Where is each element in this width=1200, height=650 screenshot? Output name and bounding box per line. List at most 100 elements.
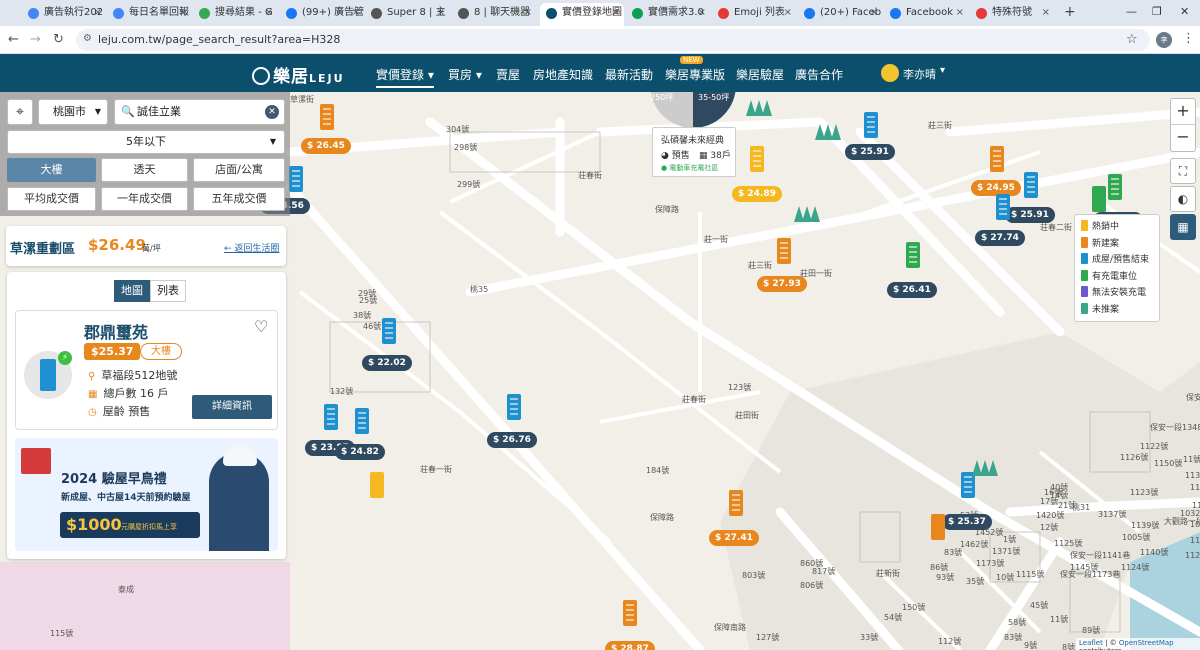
- unlaunched-marker-icon[interactable]: [794, 204, 820, 222]
- user-avatar[interactable]: [881, 64, 899, 82]
- legend-item[interactable]: 未推案: [1081, 302, 1153, 319]
- tab-close-icon[interactable]: ×: [352, 3, 360, 23]
- tab-close-icon[interactable]: ×: [94, 3, 102, 23]
- price-button-average[interactable]: 平均成交價: [7, 187, 96, 211]
- browser-tab[interactable]: Super 8 | 主 ×: [365, 3, 449, 26]
- keyword-value[interactable]: 誠佳立業: [137, 105, 181, 118]
- browser-tab[interactable]: 實價需求3.0 ×: [626, 3, 710, 26]
- price-tag[interactable]: $ 27.41: [709, 530, 759, 546]
- maximize-icon[interactable]: ❐: [1152, 5, 1162, 18]
- site-info-icon[interactable]: ⚙: [83, 33, 92, 44]
- tab-close-icon[interactable]: ×: [612, 3, 620, 23]
- browser-tab[interactable]: 每日名單回報 ×: [107, 3, 191, 26]
- bookmark-star-icon[interactable]: ☆: [1126, 32, 1138, 47]
- nav-events[interactable]: 最新活動: [605, 66, 653, 83]
- new-tab-button[interactable]: +: [1064, 4, 1076, 20]
- type-button-house[interactable]: 透天: [101, 158, 188, 182]
- close-window-icon[interactable]: ✕: [1180, 5, 1189, 18]
- unlaunched-marker-icon[interactable]: [815, 122, 841, 140]
- promo-banner[interactable]: 2024 驗屋早鳥禮 新成屋、中古屋14天前預約驗屋 $1000 元購屋折扣馬上…: [15, 438, 278, 551]
- project-name[interactable]: 郡鼎璽苑: [84, 319, 148, 343]
- detail-button[interactable]: 詳細資訊: [192, 395, 272, 419]
- browser-tab[interactable]: (99+) 廣告管 ×: [280, 3, 364, 26]
- nav-knowledge[interactable]: 房地產知識: [533, 66, 593, 83]
- nav-sell[interactable]: 賣屋: [496, 66, 520, 83]
- tab-close-icon[interactable]: ×: [698, 3, 706, 23]
- legend-item[interactable]: 有充電車位: [1081, 269, 1153, 286]
- keyword-search-input[interactable]: 🔍 誠佳立業 ✕: [114, 99, 285, 125]
- price-tag[interactable]: $ 28.87: [605, 641, 655, 650]
- tab-close-icon[interactable]: ×: [784, 3, 792, 23]
- building-marker-icon[interactable]: [366, 470, 388, 500]
- tab-close-icon[interactable]: ×: [265, 3, 273, 23]
- legend-item[interactable]: 熱銷中: [1081, 219, 1153, 236]
- building-marker-icon[interactable]: [378, 316, 400, 346]
- browser-tab[interactable]: 廣告執行202 ×: [22, 3, 106, 26]
- tab-close-icon[interactable]: ×: [437, 3, 445, 23]
- age-filter-select[interactable]: 5年以下 ▼: [7, 130, 285, 154]
- price-tag[interactable]: $ 25.37: [942, 514, 992, 530]
- price-tag[interactable]: $ 27.74: [975, 230, 1025, 246]
- building-marker-icon[interactable]: [746, 144, 768, 174]
- building-marker-icon[interactable]: [902, 240, 924, 270]
- building-marker-icon[interactable]: [1020, 170, 1042, 200]
- fullscreen-icon[interactable]: ⛶: [1170, 158, 1196, 184]
- project-popup[interactable]: 弘碩馨未來經典 ◕ 預售 ▦ 38戶 ● 電動車充電社區: [652, 127, 736, 177]
- browser-tab[interactable]: 特殊符號 ×: [970, 3, 1054, 26]
- contrast-toggle-icon[interactable]: ◐: [1170, 186, 1196, 212]
- profile-avatar[interactable]: 李: [1156, 32, 1172, 48]
- tab-close-icon[interactable]: ×: [870, 3, 878, 23]
- price-tag[interactable]: $ 24.89: [732, 186, 782, 202]
- minimize-icon[interactable]: —: [1126, 5, 1137, 18]
- tab-close-icon[interactable]: ×: [1042, 3, 1050, 23]
- back-arrow-icon[interactable]: ←: [8, 32, 19, 47]
- legend-item[interactable]: 新建案: [1081, 236, 1153, 253]
- project-card[interactable]: 郡鼎璽苑 ♡ ⚡ $25.37 大樓 ⚲ 草福段512地號 ▦ 總戶數 16 戶 ◷…: [15, 310, 278, 430]
- nav-buy[interactable]: 買房 ▾: [448, 66, 482, 83]
- building-marker-icon[interactable]: [351, 406, 373, 436]
- tab-list[interactable]: 列表: [150, 280, 186, 302]
- building-marker-icon[interactable]: [503, 392, 525, 422]
- building-marker-icon[interactable]: [773, 236, 795, 266]
- building-marker-icon[interactable]: [619, 598, 641, 628]
- unlaunched-marker-icon[interactable]: [972, 458, 998, 476]
- browser-menu-icon[interactable]: ⋮: [1182, 31, 1195, 46]
- osm-link[interactable]: OpenStreetMap: [1119, 639, 1174, 647]
- building-marker-icon[interactable]: [1088, 184, 1110, 214]
- building-marker-icon[interactable]: [320, 402, 342, 432]
- tab-close-icon[interactable]: ×: [956, 3, 964, 23]
- nav-inspection[interactable]: 樂居驗屋: [736, 66, 784, 83]
- back-link-text[interactable]: 返回生活圈: [234, 244, 279, 254]
- browser-tab[interactable]: (20+) Faceb ×: [798, 3, 882, 26]
- price-tag[interactable]: $ 25.91: [845, 144, 895, 160]
- favorite-heart-icon[interactable]: ♡: [254, 317, 268, 336]
- building-marker-icon[interactable]: [992, 192, 1014, 222]
- type-button-building[interactable]: 大樓: [7, 158, 96, 182]
- price-button-five-year[interactable]: 五年成交價: [193, 187, 285, 211]
- browser-tab[interactable]: 8 | 聊天機器 ×: [452, 3, 536, 26]
- clear-search-icon[interactable]: ✕: [265, 105, 279, 119]
- building-marker-icon[interactable]: [860, 110, 882, 140]
- price-tag[interactable]: $ 26.76: [487, 432, 537, 448]
- zoom-out-button[interactable]: −: [1171, 125, 1195, 151]
- tab-map[interactable]: 地圖: [114, 280, 150, 302]
- url-text[interactable]: leju.com.tw/page_search_result?area=H328: [98, 33, 340, 46]
- back-to-area-link[interactable]: ← 返回生活圈: [224, 241, 279, 254]
- legend-toggle-icon[interactable]: ▦: [1170, 214, 1196, 240]
- nav-real-price[interactable]: 實價登錄 ▾: [376, 66, 434, 88]
- tab-close-icon[interactable]: ×: [179, 3, 187, 23]
- reload-icon[interactable]: ↻: [53, 32, 64, 47]
- forward-arrow-icon[interactable]: →: [30, 32, 41, 47]
- unlaunched-marker-icon[interactable]: [746, 98, 772, 116]
- zoom-in-button[interactable]: +: [1171, 99, 1195, 125]
- site-logo[interactable]: 樂居LEJU: [252, 62, 345, 87]
- building-marker-icon[interactable]: [986, 144, 1008, 174]
- price-tag[interactable]: $ 24.82: [335, 444, 385, 460]
- url-field[interactable]: ⚙ leju.com.tw/page_search_result?area=H3…: [76, 29, 1150, 51]
- building-marker-icon[interactable]: [927, 512, 949, 542]
- locate-me-icon[interactable]: ⌖: [7, 99, 33, 125]
- legend-item[interactable]: 成屋/預售結束: [1081, 252, 1153, 269]
- legend-item[interactable]: 無法安裝充電: [1081, 285, 1153, 302]
- browser-tab[interactable]: Emoji 列表 ×: [712, 3, 796, 26]
- browser-tab[interactable]: 搜尋結果 - G ×: [193, 3, 277, 26]
